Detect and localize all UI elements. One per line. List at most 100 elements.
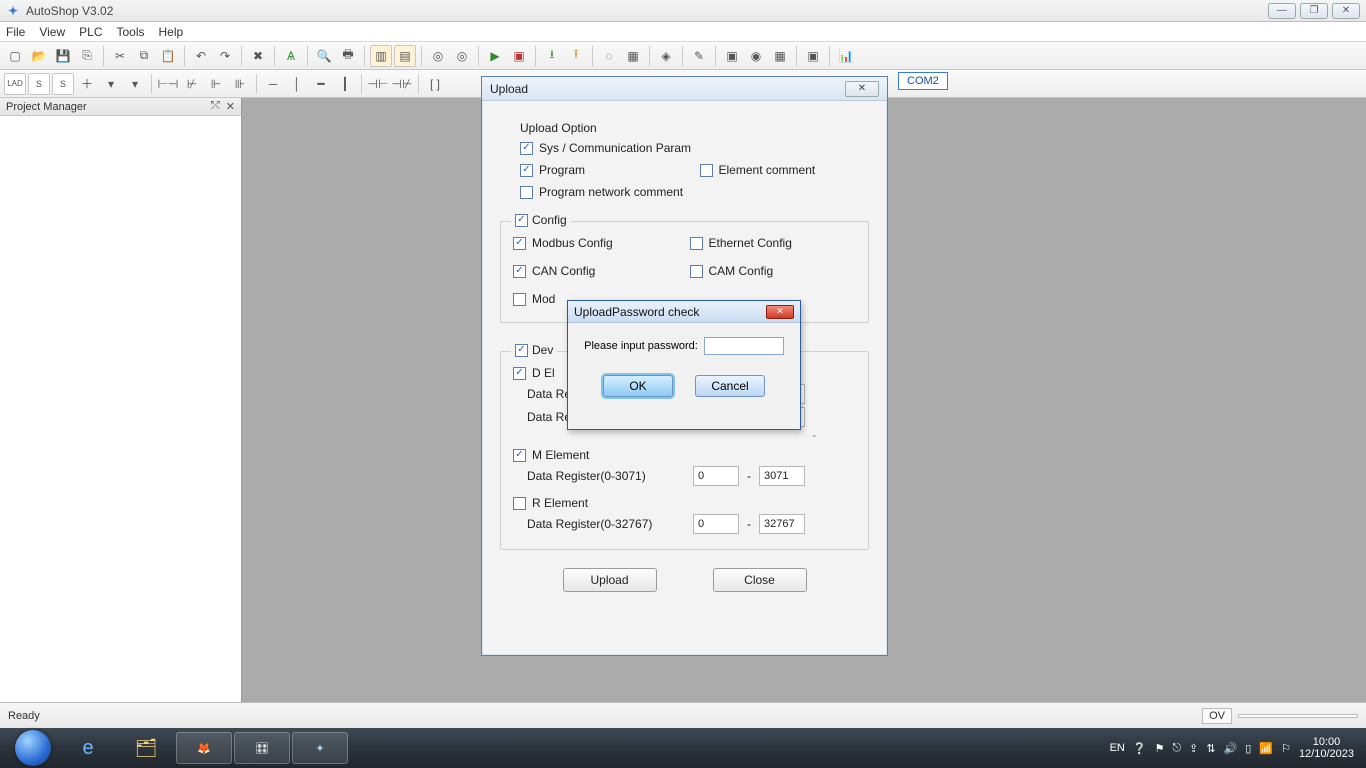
s1-icon[interactable]: S (28, 73, 50, 95)
hline2-icon[interactable]: ━ (310, 73, 332, 95)
contact-no-icon[interactable]: ⊢⊣ (157, 73, 179, 95)
tray-clock[interactable]: 10:00 12/10/2023 (1299, 736, 1354, 760)
chk-cam[interactable] (690, 265, 703, 278)
tray-help-icon[interactable]: ❔ (1133, 742, 1147, 755)
password-dialog-close-icon[interactable]: ✕ (766, 305, 794, 319)
minimize-button[interactable]: — (1268, 3, 1296, 19)
tray-lang[interactable]: EN (1110, 742, 1125, 754)
open-icon[interactable]: 📂 (28, 45, 50, 67)
maximize-button[interactable]: ❐ (1300, 3, 1328, 19)
upload-dialog-close-icon[interactable]: ✕ (845, 81, 879, 97)
chk-config[interactable] (515, 214, 528, 227)
menu-file[interactable]: File (6, 25, 25, 39)
coil2-icon[interactable]: ⊣⊬ (391, 73, 413, 95)
tool-c-icon[interactable]: ◌ (598, 45, 620, 67)
tray-action-icon[interactable]: ⎋ (1172, 742, 1181, 755)
vline-icon[interactable]: │ (286, 73, 308, 95)
tool-a-icon[interactable]: ◎ (427, 45, 449, 67)
taskbar-app1-icon[interactable]: 🎛 (234, 732, 290, 764)
cut-icon[interactable]: ✂ (109, 45, 131, 67)
taskbar-explorer-icon[interactable]: 🗂 (118, 732, 174, 764)
close-button[interactable]: ✕ (1332, 3, 1360, 19)
taskbar-autoshop-icon[interactable]: ✦ (292, 732, 348, 764)
delete-icon[interactable]: ✖ (247, 45, 269, 67)
contact-p-icon[interactable]: ⊩ (205, 73, 227, 95)
panel-close-icon[interactable]: ✕ (226, 100, 235, 113)
menu-tools[interactable]: Tools (116, 25, 144, 39)
window2-icon[interactable]: ▤ (394, 45, 416, 67)
copy-icon[interactable]: ⧉ (133, 45, 155, 67)
chk-ethernet[interactable] (690, 237, 703, 250)
contact-nc-icon[interactable]: ⊬ (181, 73, 203, 95)
contact-n-icon[interactable]: ⊪ (229, 73, 251, 95)
r-from[interactable]: 0 (693, 514, 739, 534)
chk-can[interactable] (513, 265, 526, 278)
chk-m-element[interactable] (513, 449, 526, 462)
cross-icon[interactable]: ＋ (76, 73, 98, 95)
save-icon[interactable]: 💾 (52, 45, 74, 67)
tray-usb-icon[interactable]: ⇪ (1189, 742, 1198, 755)
down2-icon[interactable]: ▾ (124, 73, 146, 95)
ok-button[interactable]: OK (603, 375, 673, 397)
print-icon[interactable]: 🖶 (337, 45, 359, 67)
menu-view[interactable]: View (39, 25, 65, 39)
upload-icon[interactable]: ⭱ (565, 45, 587, 67)
tool-e-icon[interactable]: ◈ (655, 45, 677, 67)
bracket-icon[interactable]: [ ] (424, 73, 446, 95)
s2-icon[interactable]: S (52, 73, 74, 95)
chk-d-element[interactable] (513, 367, 526, 380)
down-icon[interactable]: ▾ (100, 73, 122, 95)
menu-help[interactable]: Help (159, 25, 184, 39)
find-icon[interactable]: Ѧ (280, 45, 302, 67)
hline-icon[interactable]: ─ (262, 73, 284, 95)
chk-r-element[interactable] (513, 497, 526, 510)
taskbar-ie-icon[interactable]: e (60, 732, 116, 764)
tool-h-icon[interactable]: ▦ (769, 45, 791, 67)
chk-element-comment[interactable] (700, 164, 713, 177)
tray-wifi-icon[interactable]: 📶 (1259, 742, 1273, 755)
cancel-button[interactable]: Cancel (695, 375, 765, 397)
tool-b-icon[interactable]: ◎ (451, 45, 473, 67)
edit-icon[interactable]: ✎ (688, 45, 710, 67)
m-from[interactable]: 0 (693, 466, 739, 486)
chart-icon[interactable]: 📊 (835, 45, 857, 67)
chk-dev[interactable] (515, 344, 528, 357)
password-input[interactable] (704, 337, 784, 355)
save-all-icon[interactable]: ⎘ (76, 45, 98, 67)
vline2-icon[interactable]: ┃ (334, 73, 356, 95)
menu-plc[interactable]: PLC (79, 25, 102, 39)
redo-icon[interactable]: ↷ (214, 45, 236, 67)
paste-icon[interactable]: 📋 (157, 45, 179, 67)
close-upload-button[interactable]: Close (713, 568, 807, 592)
download-icon[interactable]: ⭳ (541, 45, 563, 67)
window1-icon[interactable]: ▥ (370, 45, 392, 67)
zoom-icon[interactable]: 🔍 (313, 45, 335, 67)
com-port-select[interactable]: COM2 (898, 72, 948, 90)
coil1-icon[interactable]: ⊣⊢ (367, 73, 389, 95)
chk-mod-partial[interactable] (513, 293, 526, 306)
tray-battery-icon[interactable]: ▯ (1245, 742, 1251, 755)
lad-icon[interactable]: LAD (4, 73, 26, 95)
tool-f-icon[interactable]: ▣ (721, 45, 743, 67)
run-icon[interactable]: ▶ (484, 45, 506, 67)
taskbar-firefox-icon[interactable]: 🦊 (176, 732, 232, 764)
tray-shield-icon[interactable]: ⚐ (1281, 742, 1291, 755)
tool-g-icon[interactable]: ◉ (745, 45, 767, 67)
stop-icon[interactable]: ▣ (508, 45, 530, 67)
chk-program[interactable] (520, 164, 533, 177)
tray-flag-icon[interactable]: ⚑ (1155, 742, 1165, 755)
tool-i-icon[interactable]: ▣ (802, 45, 824, 67)
r-to[interactable]: 32767 (759, 514, 805, 534)
m-to[interactable]: 3071 (759, 466, 805, 486)
chk-modbus[interactable] (513, 237, 526, 250)
chk-prog-net-comment[interactable] (520, 186, 533, 199)
tray-volume-icon[interactable]: 🔊 (1224, 742, 1238, 755)
pin-icon[interactable]: ⤲ (211, 100, 220, 113)
undo-icon[interactable]: ↶ (190, 45, 212, 67)
chk-sys-comm[interactable] (520, 142, 533, 155)
tool-d-icon[interactable]: ▦ (622, 45, 644, 67)
upload-button[interactable]: Upload (563, 568, 657, 592)
start-button[interactable] (6, 730, 60, 766)
tray-network-icon[interactable]: ⇅ (1206, 742, 1215, 755)
new-icon[interactable]: ▢ (4, 45, 26, 67)
